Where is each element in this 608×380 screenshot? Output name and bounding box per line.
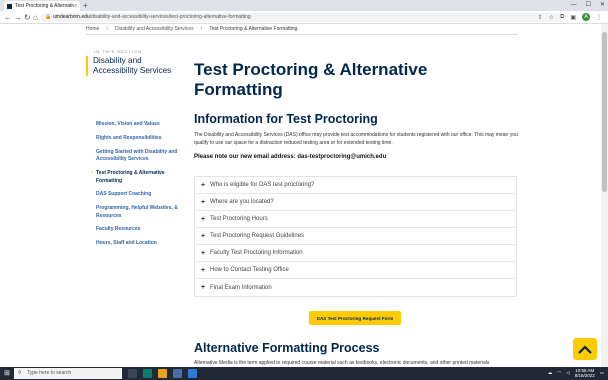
file-explorer-icon[interactable] [158,369,167,378]
sidebar-item-test-proctoring[interactable]: Test Proctoring & Alternative Formatting [91,170,186,185]
weather-icon[interactable]: ☁ [548,370,553,376]
mail-icon[interactable] [188,369,197,378]
accordion-item-label: Who is eligible for DAS test proctoring? [210,182,315,188]
chrome-icon[interactable] [173,369,182,378]
accordion-item[interactable]: + How to Contact Testing Office [195,262,516,279]
breadcrumb: Home › Disability and Accessibility Serv… [86,24,297,34]
clock-date: 8/16/2022 [574,373,595,378]
sidebar-title[interactable]: Disability and Accessibility Services [86,56,174,76]
sidebar-item-mission[interactable]: Mission, Vision and Values [96,121,186,129]
taskbar-search-placeholder: Type here to search [27,370,72,376]
intro-paragraph: The Disability and Accessibility Service… [194,132,518,146]
request-form-button[interactable]: DAS Test Proctoring Request Form [309,311,401,325]
sidebar-item-programming[interactable]: Programming, Helpful Websites, & Resourc… [96,205,186,220]
breadcrumb-separator: › [106,26,109,32]
sidebar-nav: Mission, Vision and Values Rights and Re… [91,121,186,254]
back-icon[interactable]: ← [4,12,12,23]
browser-tab-bar: Test Proctoring & Alternative Fo × + — ☐… [0,0,608,11]
minimize-icon[interactable]: — [571,0,577,10]
browser-toolbar: ← → ↻ ⌂ 🔒 umdearborn.edu/disability-and-… [0,11,608,24]
reload-icon[interactable]: ↻ [24,12,31,23]
window-controls: — ☐ ✕ [571,0,605,10]
address-bar[interactable]: 🔒 umdearborn.edu/disability-and-accessib… [41,13,561,22]
home-icon[interactable]: ⌂ [33,12,38,23]
profile-avatar[interactable]: A [582,13,590,21]
close-window-icon[interactable]: ✕ [600,0,605,10]
accordion-item-label: Test Proctoring Request Guidelines [210,233,305,239]
sidebar-item-getting-started[interactable]: Getting Started with Disability and Acce… [96,149,186,164]
accordion-item-label: Test Proctoring Hours [210,216,268,222]
breadcrumb-divider [86,34,518,35]
scrollbar-thumb[interactable] [602,32,607,192]
accordion-item-label: How to Contact Testing Office [210,267,289,273]
plus-icon: + [201,284,206,291]
sidebar-item-faculty-resources[interactable]: Faculty Resources [96,226,186,234]
accordion-item[interactable]: + Who is eligible for DAS test proctoring… [195,177,516,194]
page-scrollbar[interactable] [601,24,608,367]
bookmark-star-icon[interactable]: ☆ [549,14,554,21]
accordion-item-label: Final Exam Information [210,284,272,291]
browser-tab[interactable]: Test Proctoring & Alternative Fo × [4,1,80,11]
taskbar-clock[interactable]: 10:56 AM 8/16/2022 [575,368,595,378]
site-favicon-icon [7,3,12,9]
breadcrumb-das[interactable]: Disability and Accessibility Services [115,24,194,34]
accordion-item[interactable]: + Test Proctoring Hours [195,211,516,228]
wifi-icon[interactable]: ◠ [557,370,561,376]
plus-icon: + [201,215,206,223]
breadcrumb-home[interactable]: Home [86,24,99,34]
accordion-item[interactable]: + Final Exam Information [195,279,516,296]
plus-icon: + [201,232,206,240]
accordion-item[interactable]: + Faculty Test Proctoring Information [195,245,516,262]
lock-icon: 🔒 [45,14,52,20]
taskbar-apps [128,369,197,378]
breadcrumb-current: Test Proctoring & Alternative Formatting [209,26,298,32]
tab-close-icon[interactable]: × [74,3,77,9]
system-tray: ☁ ◠ ◁ 10:56 AM 8/16/2022 ▭ [548,368,604,378]
url-domain: umdearborn.edu [53,14,90,20]
search-icon: ⚲ [18,370,22,376]
accordion-item-label: Where are you located? [210,199,274,205]
extensions-icon[interactable]: ⧉ [560,14,564,21]
accordion-item[interactable]: + Where are you located? [195,194,516,211]
share-icon[interactable]: ⇪ [538,14,543,21]
back-to-top-button[interactable] [573,338,597,360]
page-title: Test Proctoring & Alternative Formatting [194,60,428,99]
taskbar: ⊞ ⚲ Type here to search ☁ ◠ ◁ 10:56 AM 8… [0,367,608,380]
sidebar-item-hours[interactable]: Hours, Staff and Location [96,240,186,248]
accordion-item[interactable]: + Test Proctoring Request Guidelines [195,228,516,245]
plus-icon: + [201,198,206,206]
maximize-icon[interactable]: ☐ [586,0,591,10]
accordion-item-label: Faculty Test Proctoring Information [210,250,303,256]
plus-icon: + [201,266,206,274]
alt-formatting-paragraph: Alternative Media is the term applied to… [194,360,490,366]
forward-icon[interactable]: → [14,12,22,23]
sidebar-item-support-coaching[interactable]: DAS Support Coaching [96,191,186,199]
alt-formatting-heading: Alternative Formatting Process [194,341,380,355]
url-path: /disability-and-accessibility-services/t… [89,14,251,20]
sidebar-section-label: IN THIS SECTION [94,49,143,54]
new-tab-button[interactable]: + [83,1,88,10]
section-heading: Information for Test Proctoring [194,112,378,126]
tab-title: Test Proctoring & Alternative Fo [15,3,74,9]
taskbar-search-input[interactable]: ⚲ Type here to search [14,368,122,379]
plus-icon: + [201,249,206,257]
email-note: Please note our new email address: das-t… [194,154,387,160]
task-view-icon[interactable] [128,369,137,378]
web-page: Home › Disability and Accessibility Serv… [0,24,608,367]
sidebar-icon[interactable]: ▣ [570,14,576,21]
edge-icon[interactable] [143,369,152,378]
plus-icon: + [201,181,206,189]
windows-start-icon[interactable]: ⊞ [4,370,10,377]
sidebar-item-rights[interactable]: Rights and Responsibilities [96,135,186,143]
volume-icon[interactable]: ◁ [566,370,569,376]
breadcrumb-separator: › [200,26,203,32]
chevron-up-icon [578,344,592,354]
menu-icon[interactable]: ⋮ [596,14,602,21]
faq-accordion: + Who is eligible for DAS test proctoring… [194,176,517,297]
toolbar-right: ⇪ ☆ ⧉ ▣ A ⋮ [538,13,602,21]
notification-icon[interactable]: ▭ [600,370,604,376]
